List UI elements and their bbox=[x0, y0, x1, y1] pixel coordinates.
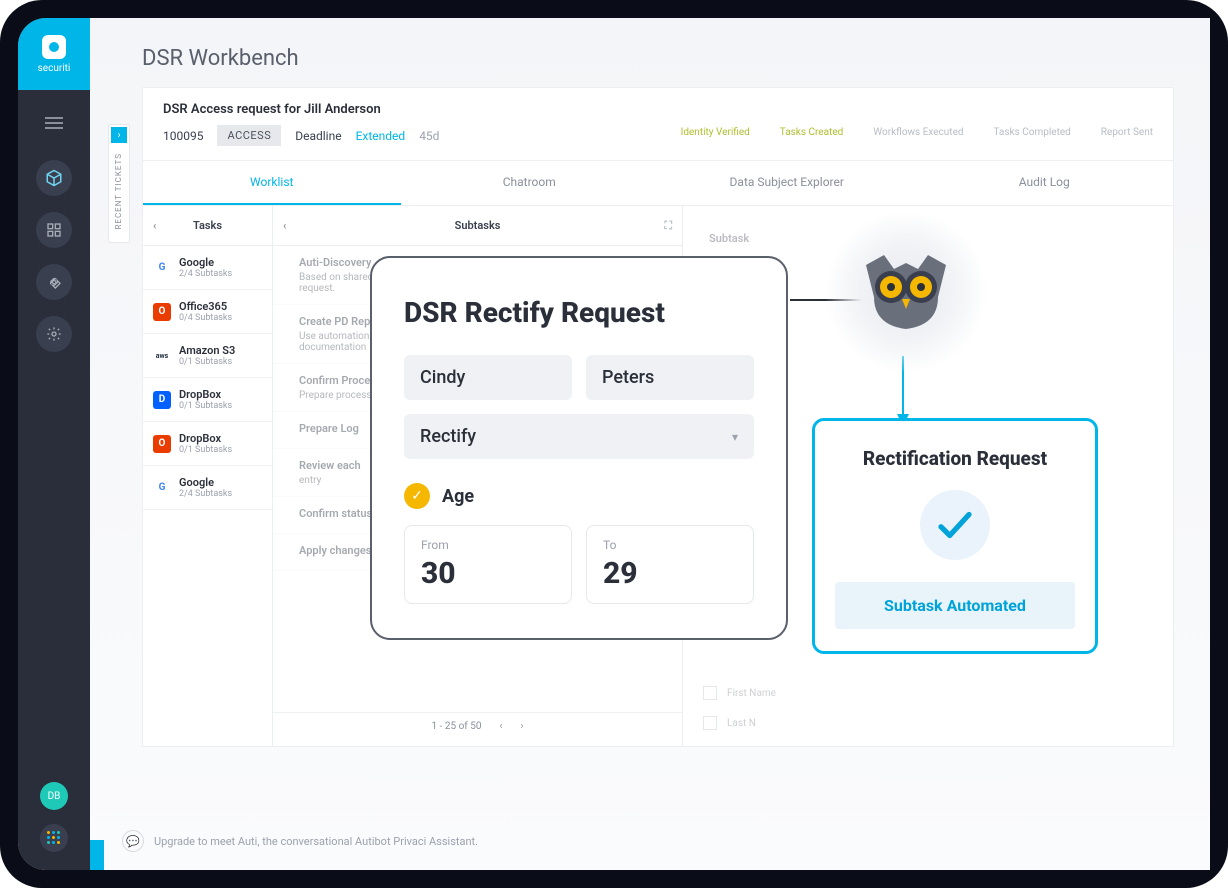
success-check-icon bbox=[920, 490, 990, 560]
page-next[interactable]: › bbox=[521, 721, 524, 732]
to-value: 29 bbox=[603, 556, 737, 591]
brand-text: securiti bbox=[38, 63, 71, 74]
first-name-field[interactable]: Cindy bbox=[404, 355, 572, 400]
to-label: To bbox=[603, 538, 737, 552]
tasks-header: Tasks bbox=[193, 219, 222, 232]
from-label: From bbox=[421, 538, 555, 552]
check-circle-icon: ✓ bbox=[404, 483, 430, 509]
sidebar: securiti DB bbox=[18, 18, 90, 870]
task-item[interactable]: awsAmazon S30/1 Subtasks bbox=[143, 334, 272, 378]
tasks-column: ‹Tasks GGoogle2/4 SubtasksOOffice3650/4 … bbox=[143, 206, 273, 746]
page-title: DSR Workbench bbox=[90, 18, 1210, 87]
to-value-box[interactable]: To 29 bbox=[586, 525, 754, 604]
checklist-row[interactable]: First Name bbox=[703, 678, 1153, 708]
nav-wrench-icon[interactable] bbox=[36, 264, 72, 300]
request-title: DSR Access request for Jill Anderson bbox=[163, 102, 381, 117]
upgrade-bar: 💬 Upgrade to meet Auti, the conversation… bbox=[108, 822, 1210, 860]
request-id: 100095 bbox=[163, 129, 203, 143]
accent-corner bbox=[90, 840, 104, 870]
subtasks-header: Subtasks bbox=[455, 219, 501, 232]
user-avatar[interactable]: DB bbox=[40, 782, 68, 810]
owl-assistant bbox=[826, 212, 986, 372]
task-item[interactable]: GGoogle2/4 Subtasks bbox=[143, 466, 272, 510]
chat-icon[interactable]: 💬 bbox=[122, 830, 144, 852]
chevron-down-icon: ▾ bbox=[732, 430, 738, 444]
app-grid-icon[interactable] bbox=[40, 824, 68, 852]
checklist-row[interactable]: Last N bbox=[703, 708, 1153, 738]
pagination-text: 1 - 25 of 50 bbox=[432, 721, 482, 732]
sidebar-bottom: DB bbox=[40, 782, 68, 870]
deadline-status: Extended bbox=[356, 129, 406, 143]
progress-step-5: Report Sent bbox=[1101, 127, 1153, 144]
request-type-badge: ACCESS bbox=[217, 125, 281, 146]
task-item[interactable]: DDropBox0/1 Subtasks bbox=[143, 378, 272, 422]
task-item[interactable]: GGoogle2/4 Subtasks bbox=[143, 246, 272, 290]
subtask-automated-button[interactable]: Subtask Automated bbox=[835, 582, 1075, 629]
task-item[interactable]: ODropBox0/1 Subtasks bbox=[143, 422, 272, 466]
tab-data-subject-explorer[interactable]: Data Subject Explorer bbox=[658, 161, 916, 205]
automation-card: Rectification Request Subtask Automated bbox=[812, 418, 1098, 654]
tab-chatroom[interactable]: Chatroom bbox=[401, 161, 659, 205]
subtask-header: Subtask bbox=[709, 232, 749, 245]
deadline-label: Deadline bbox=[295, 129, 341, 143]
from-value: 30 bbox=[421, 556, 555, 591]
owl-icon bbox=[856, 247, 956, 337]
brand-icon bbox=[42, 35, 66, 59]
tab-bar: Worklist Chatroom Data Subject Explorer … bbox=[143, 160, 1173, 206]
field-label: Age bbox=[442, 486, 474, 507]
last-name-field[interactable]: Peters bbox=[586, 355, 754, 400]
pagination: 1 - 25 of 50 ‹ › bbox=[273, 712, 682, 740]
automation-title: Rectification Request bbox=[835, 447, 1075, 470]
progress-step-1: Identity Verified bbox=[681, 127, 750, 144]
modal-title: DSR Rectify Request bbox=[404, 296, 754, 329]
screen: securiti DB bbox=[18, 18, 1210, 870]
recent-tickets-tab[interactable]: › RECENT TICKETS bbox=[108, 124, 130, 243]
action-select[interactable]: Rectify ▾ bbox=[404, 414, 754, 459]
chevron-right-icon: › bbox=[111, 127, 127, 143]
task-item[interactable]: OOffice3650/4 Subtasks bbox=[143, 290, 272, 334]
main-content: DSR Workbench › RECENT TICKETS DSR Acces… bbox=[90, 18, 1210, 870]
tab-worklist[interactable]: Worklist bbox=[143, 161, 401, 205]
tablet-frame: securiti DB bbox=[0, 0, 1228, 888]
progress-steps: Identity Verified Tasks Created Workflow… bbox=[681, 127, 1153, 144]
deadline-days: 45d bbox=[419, 129, 439, 143]
nav-dashboard-icon[interactable] bbox=[36, 212, 72, 248]
progress-step-2: Tasks Created bbox=[780, 127, 844, 144]
rectify-request-modal: DSR Rectify Request Cindy Peters Rectify… bbox=[370, 256, 788, 640]
page-prev[interactable]: ‹ bbox=[499, 721, 502, 732]
from-value-box[interactable]: From 30 bbox=[404, 525, 572, 604]
nav-cube-icon[interactable] bbox=[36, 160, 72, 196]
brand-logo[interactable]: securiti bbox=[18, 18, 90, 90]
upgrade-text: Upgrade to meet Auti, the conversational… bbox=[154, 835, 478, 848]
back-icon[interactable]: ‹ bbox=[283, 219, 286, 232]
expand-icon[interactable]: ⛶ bbox=[664, 219, 672, 233]
back-icon[interactable]: ‹ bbox=[153, 219, 156, 232]
hamburger-menu[interactable] bbox=[45, 114, 63, 132]
action-value: Rectify bbox=[420, 426, 476, 447]
recent-tickets-label: RECENT TICKETS bbox=[111, 143, 126, 240]
tab-audit-log[interactable]: Audit Log bbox=[916, 161, 1174, 205]
nav-settings-icon[interactable] bbox=[36, 316, 72, 352]
progress-step-4: Tasks Completed bbox=[994, 127, 1071, 144]
progress-step-3: Workflows Executed bbox=[873, 127, 963, 144]
